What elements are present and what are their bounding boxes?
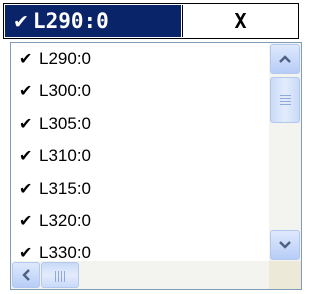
chevron-down-icon	[279, 241, 291, 249]
check-icon: ✔	[19, 51, 33, 68]
check-icon: ✔	[19, 180, 33, 198]
list-item[interactable]: ✔ L290:0	[11, 43, 267, 75]
list-item-label: L290:0	[39, 49, 91, 68]
chevron-left-icon	[22, 269, 30, 281]
vertical-scroll-thumb[interactable]	[270, 77, 300, 123]
filter-list: ✔ L290:0 ✔ L300:0 ✔ L305:0 ✔ L310:0 ✔ L315:0 …	[11, 43, 267, 261]
list-item-label: L320:0	[39, 210, 91, 230]
filter-header: ✔ L290:0 X	[3, 3, 299, 39]
check-icon: ✔	[19, 212, 33, 230]
clear-filter-button[interactable]: X	[182, 5, 298, 37]
filter-listbox: ✔ L290:0 ✔ L300:0 ✔ L305:0 ✔ L310:0 ✔ L315:0 …	[10, 42, 302, 290]
list-item[interactable]: ✔ L315:0	[11, 173, 267, 205]
scroll-up-button[interactable]	[270, 44, 300, 74]
list-item-label: L315:0	[39, 178, 91, 198]
list-item[interactable]: ✔ L330:0	[11, 237, 267, 261]
vertical-scrollbar[interactable]	[269, 43, 301, 261]
check-icon: ✔	[19, 83, 33, 101]
list-item-label: L305:0	[39, 113, 91, 133]
list-item[interactable]: ✔ L300:0	[11, 75, 267, 107]
check-icon: ✔	[19, 115, 33, 133]
list-item[interactable]: ✔ L310:0	[11, 140, 267, 172]
horizontal-scrollbar[interactable]	[11, 261, 269, 289]
list-item[interactable]: ✔ L320:0	[11, 205, 267, 237]
list-item-label: L330:0	[39, 243, 91, 261]
chevron-up-icon	[279, 55, 291, 63]
selected-filter-value: L290:0	[32, 9, 109, 33]
selected-filter-display[interactable]: ✔ L290:0	[5, 5, 181, 37]
list-item-label: L310:0	[39, 146, 91, 166]
list-item[interactable]: ✔ L305:0	[11, 108, 267, 140]
scroll-down-button[interactable]	[270, 230, 300, 260]
check-icon: ✔	[19, 245, 33, 261]
check-icon: ✔	[13, 11, 29, 33]
check-icon: ✔	[19, 148, 33, 166]
list-item-label: L300:0	[39, 81, 91, 101]
scroll-left-button[interactable]	[12, 262, 40, 288]
horizontal-scroll-thumb[interactable]	[41, 262, 79, 288]
scrollbar-corner	[269, 261, 301, 289]
